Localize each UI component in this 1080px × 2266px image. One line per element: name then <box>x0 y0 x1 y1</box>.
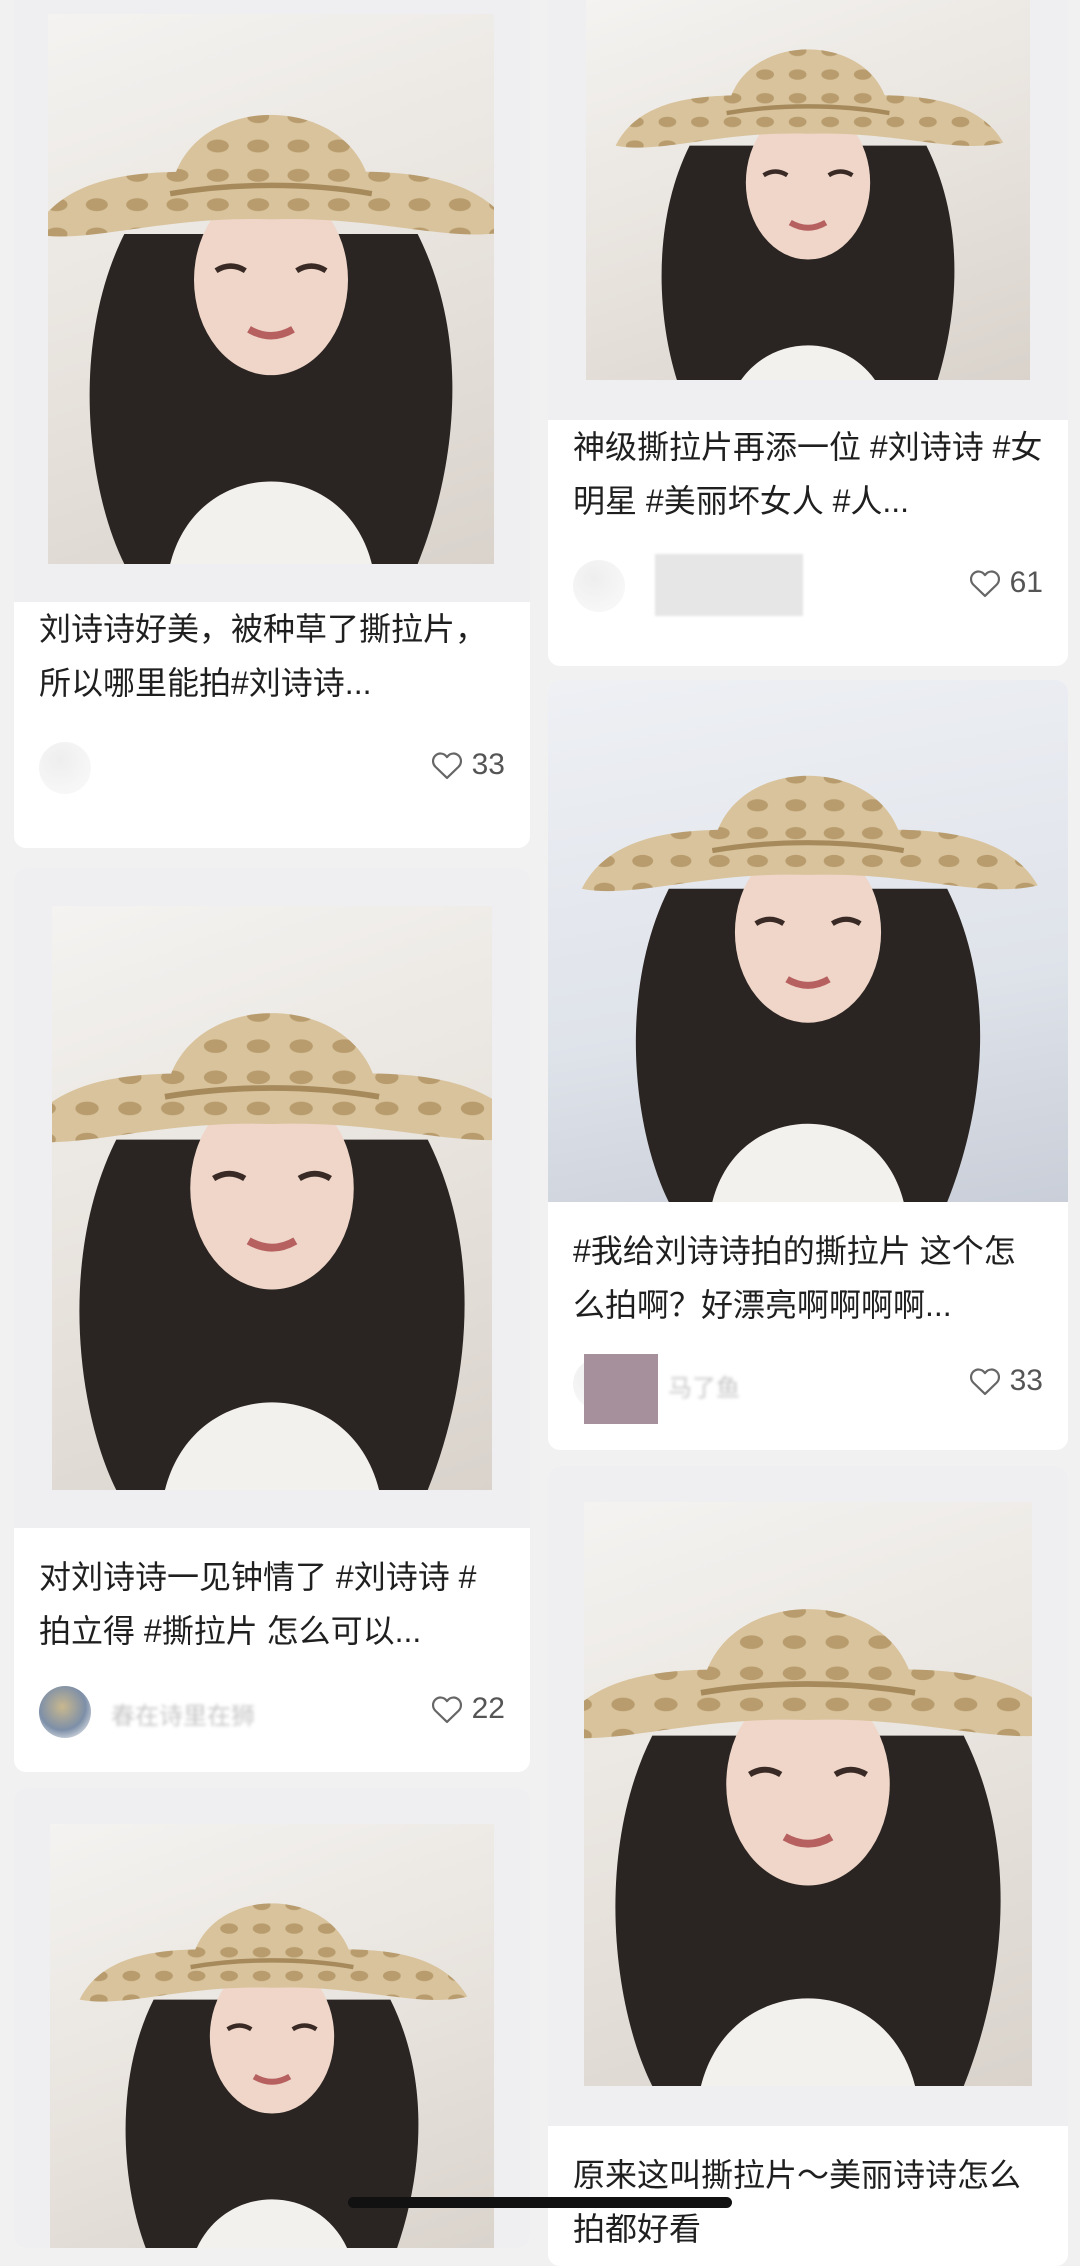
feed-card[interactable]: 刘诗诗好美，被种草了撕拉片，所以哪里能拍#刘诗诗... 33 <box>14 0 530 848</box>
portrait-image <box>584 1502 1032 2086</box>
author-avatar[interactable] <box>573 560 625 612</box>
feed-card[interactable] <box>14 1788 530 2248</box>
card-title: 对刘诗诗一见钟情了 #刘诗诗 #拍立得 #撕拉片 怎么可以... <box>39 1559 477 1649</box>
like-count: 22 <box>471 1692 505 1725</box>
card-photo <box>548 1466 1068 2126</box>
card-title: 刘诗诗好美，被种草了撕拉片，所以哪里能拍#刘诗诗... <box>39 611 488 701</box>
heart-outline-icon <box>968 1366 1002 1396</box>
card-meta: 春在诗里在狮 22 <box>39 1684 505 1740</box>
portrait-image <box>548 680 1068 1202</box>
card-meta: 33 <box>39 740 505 796</box>
like-count: 61 <box>1009 566 1043 599</box>
feed-card[interactable]: #我给刘诗诗拍的撕拉片 这个怎么拍啊？好漂亮啊啊啊啊... 马了鱼 33 <box>548 680 1068 1450</box>
feed-card[interactable]: 原来这叫撕拉片～美丽诗诗怎么拍都好看 <box>548 1466 1068 2266</box>
feed-card[interactable]: 神级撕拉片再添一位 #刘诗诗 #女明星 #美丽坏女人 #人... 61 <box>548 0 1068 666</box>
like-button[interactable]: 61 <box>968 566 1043 600</box>
card-photo <box>14 0 530 602</box>
author-name[interactable]: 马了鱼 <box>668 1368 740 1403</box>
card-photo <box>548 0 1068 420</box>
card-photo <box>548 680 1068 1202</box>
author-name-mask <box>584 1354 658 1424</box>
author-avatar[interactable] <box>39 1686 91 1738</box>
card-meta: 马了鱼 33 <box>573 1354 1043 1424</box>
like-button[interactable]: 22 <box>430 1692 505 1726</box>
like-count: 33 <box>1009 1364 1043 1397</box>
feed-card[interactable]: 对刘诗诗一见钟情了 #刘诗诗 #拍立得 #撕拉片 怎么可以... 春在诗里在狮 … <box>14 868 530 1772</box>
card-title: #我给刘诗诗拍的撕拉片 这个怎么拍啊？好漂亮啊啊啊啊... <box>573 1233 1016 1323</box>
heart-outline-icon <box>430 1694 464 1724</box>
portrait-image <box>52 906 492 1490</box>
heart-outline-icon <box>968 568 1002 598</box>
author-name-mask <box>655 554 803 616</box>
card-photo <box>14 868 530 1528</box>
author-name[interactable]: 春在诗里在狮 <box>111 1696 255 1731</box>
like-button[interactable]: 33 <box>430 748 505 782</box>
card-photo <box>14 1788 530 2248</box>
like-button[interactable]: 33 <box>968 1364 1043 1398</box>
home-indicator[interactable] <box>348 2197 732 2208</box>
portrait-image <box>586 0 1030 380</box>
card-title: 神级撕拉片再添一位 #刘诗诗 #女明星 #美丽坏女人 #人... <box>573 429 1043 519</box>
portrait-image <box>48 14 494 564</box>
like-count: 33 <box>471 748 505 781</box>
heart-outline-icon <box>430 750 464 780</box>
portrait-image <box>50 1824 494 2248</box>
author-avatar[interactable] <box>39 742 91 794</box>
card-meta: 61 <box>573 554 1043 616</box>
